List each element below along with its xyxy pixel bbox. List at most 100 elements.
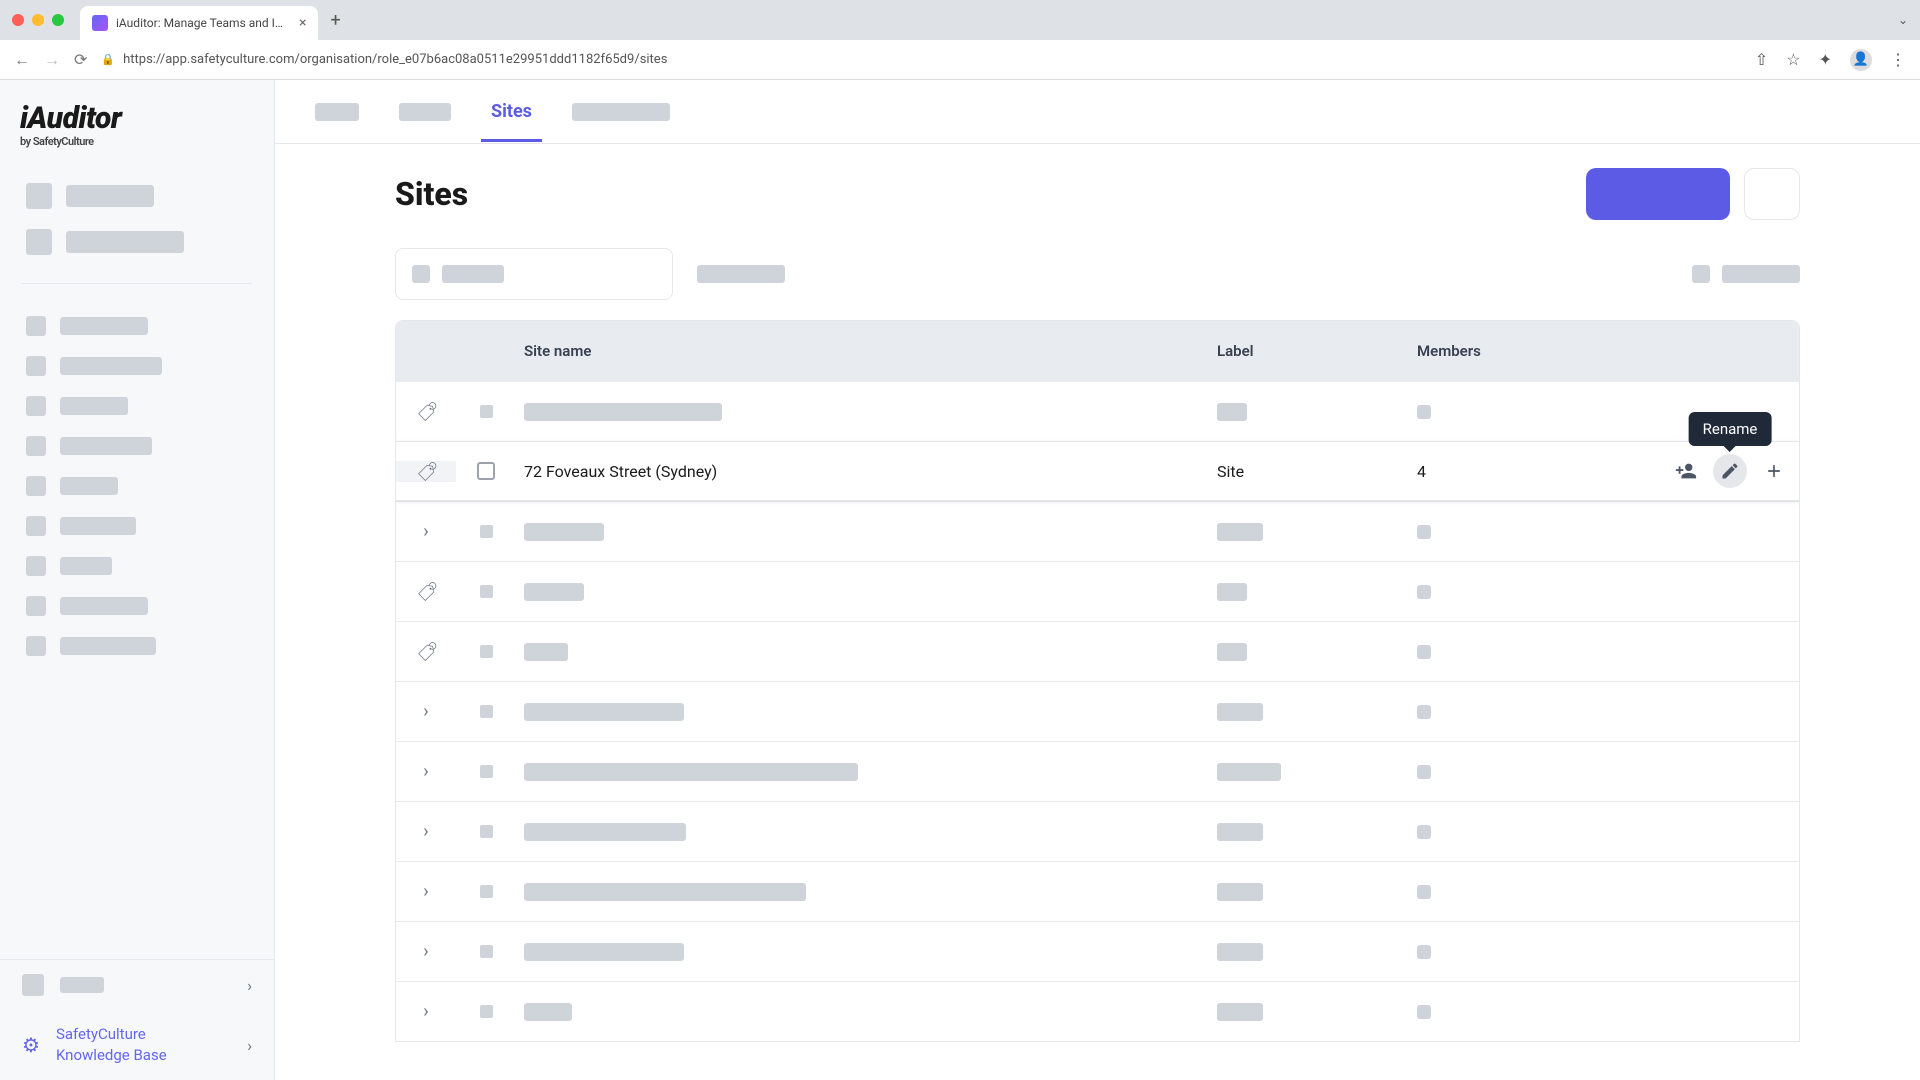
sidebar-item[interactable] [18,346,256,386]
lock-icon: 🔒 [101,53,115,66]
main: Sites Sites [275,80,1920,1080]
sidebar-item[interactable] [18,386,256,426]
search-input[interactable] [395,248,673,300]
minimize-window-icon[interactable] [32,14,44,26]
sidebar-item[interactable] [18,626,256,666]
tab-overflow-icon[interactable]: ⌄ [1898,13,1908,27]
sidebar-item[interactable] [18,219,256,265]
tooltip: Rename [1689,412,1772,446]
topbar-tabs: Sites [275,80,1920,144]
tag-icon: 🏷 [415,400,436,423]
close-tab-icon[interactable]: × [299,15,306,31]
filter-row [395,248,1800,300]
url-field[interactable]: 🔒 https://app.safetyculture.com/organisa… [101,52,667,67]
maximize-window-icon[interactable] [52,14,64,26]
chevron-right-icon: › [423,941,428,962]
col-members: Members [1409,342,1629,360]
app-root: iAuditor by SafetyCulture › [0,80,1920,1080]
tab-bar: iAuditor: Manage Teams and I… × + ⌄ [0,0,1920,40]
forward-icon[interactable]: → [44,50,60,70]
site-label: Site [1209,462,1409,481]
sidebar-item[interactable] [18,173,256,219]
table-row[interactable]: 🏷 [396,621,1799,681]
logo: iAuditor by SafetyCulture [0,80,274,165]
primary-action-button[interactable] [1586,168,1730,220]
favicon-icon [92,15,108,31]
browser-chrome: iAuditor: Manage Teams and I… × + ⌄ ← → … [0,0,1920,80]
sidebar-item[interactable] [18,466,256,506]
table-row[interactable]: › [396,801,1799,861]
menu-icon[interactable]: ⋮ [1890,50,1906,69]
new-tab-icon[interactable]: + [330,10,340,31]
kb-line1: SafetyCulture [56,1024,167,1045]
col-site-name: Site name [516,342,1209,360]
extensions-icon[interactable]: ✦ [1819,50,1832,69]
content: Sites [275,144,1920,1080]
browser-tab[interactable]: iAuditor: Manage Teams and I… × [80,6,318,40]
sidebar-item[interactable] [18,306,256,346]
url-bar: ← → ⟳ 🔒 https://app.safetyculture.com/or… [0,40,1920,79]
sidebar: iAuditor by SafetyCulture › [0,80,275,1080]
logo-byline: by SafetyCulture [20,136,254,147]
close-window-icon[interactable] [12,14,24,26]
knowledge-base-link[interactable]: ⚙ SafetyCulture Knowledge Base › [0,1010,274,1080]
view-toggle[interactable] [1692,265,1710,283]
col-label: Label [1209,342,1409,360]
tag-icon: 🏷 [415,460,436,483]
secondary-action-button[interactable] [1744,168,1800,220]
table-row[interactable]: 🏷 [396,381,1799,441]
page-header: Sites [395,168,1800,220]
chevron-right-icon: › [423,701,428,722]
sort-dropdown[interactable] [1722,265,1800,283]
sidebar-item[interactable] [18,546,256,586]
tab-placeholder[interactable] [315,103,359,121]
tab-sites[interactable]: Sites [491,81,532,142]
plus-icon [1764,461,1784,481]
table-header: Site name Label Members [396,321,1799,381]
add-site-button[interactable] [1757,454,1791,488]
row-checkbox[interactable] [477,462,495,480]
share-icon[interactable]: ⇧ [1755,50,1768,69]
chevron-right-icon: › [423,821,428,842]
sidebar-item[interactable] [18,506,256,546]
sites-table: Site name Label Members 🏷 [395,320,1800,1042]
table-row[interactable]: › [396,921,1799,981]
profile-icon[interactable]: 👤 [1850,49,1872,71]
chevron-right-icon: › [247,976,252,995]
site-members: 4 [1409,462,1629,481]
sidebar-bottom: › ⚙ SafetyCulture Knowledge Base › [0,959,274,1080]
sidebar-bottom-item[interactable]: › [0,960,274,1010]
add-member-button[interactable] [1669,454,1703,488]
sidebar-item[interactable] [18,586,256,626]
table-row[interactable]: › [396,501,1799,561]
tab-placeholder[interactable] [399,103,451,121]
table-row[interactable]: › [396,861,1799,921]
site-name: 72 Foveaux Street (Sydney) [516,462,1209,481]
filter-dropdown[interactable] [697,265,785,283]
tab-placeholder[interactable] [572,103,670,121]
back-icon[interactable]: ← [14,50,30,70]
table-row[interactable]: 🏷 [396,561,1799,621]
table-row[interactable]: › [396,981,1799,1041]
window-controls [12,14,64,26]
table-row[interactable]: › [396,681,1799,741]
reload-icon[interactable]: ⟳ [74,50,87,69]
url-text: https://app.safetyculture.com/organisati… [123,52,667,67]
chevron-right-icon: › [423,521,428,542]
tag-icon: 🏷 [415,580,436,603]
sidebar-item[interactable] [18,426,256,466]
rename-button[interactable]: Rename [1713,454,1747,488]
person-add-icon [1675,460,1697,482]
bookmark-icon[interactable]: ☆ [1786,50,1800,69]
tag-icon: 🏷 [415,640,436,663]
logo-text: Auditor [28,101,122,136]
table-row[interactable]: › [396,741,1799,801]
tab-title: iAuditor: Manage Teams and I… [116,16,283,30]
kb-line2: Knowledge Base [56,1045,167,1066]
table-row-hovered[interactable]: 🏷 72 Foveaux Street (Sydney) Site 4 Rena… [396,441,1799,501]
chevron-right-icon: › [247,1036,252,1055]
chevron-right-icon: › [423,761,428,782]
gear-icon: ⚙ [22,1033,40,1057]
page-title: Sites [395,175,468,213]
chevron-right-icon: › [423,1001,428,1022]
